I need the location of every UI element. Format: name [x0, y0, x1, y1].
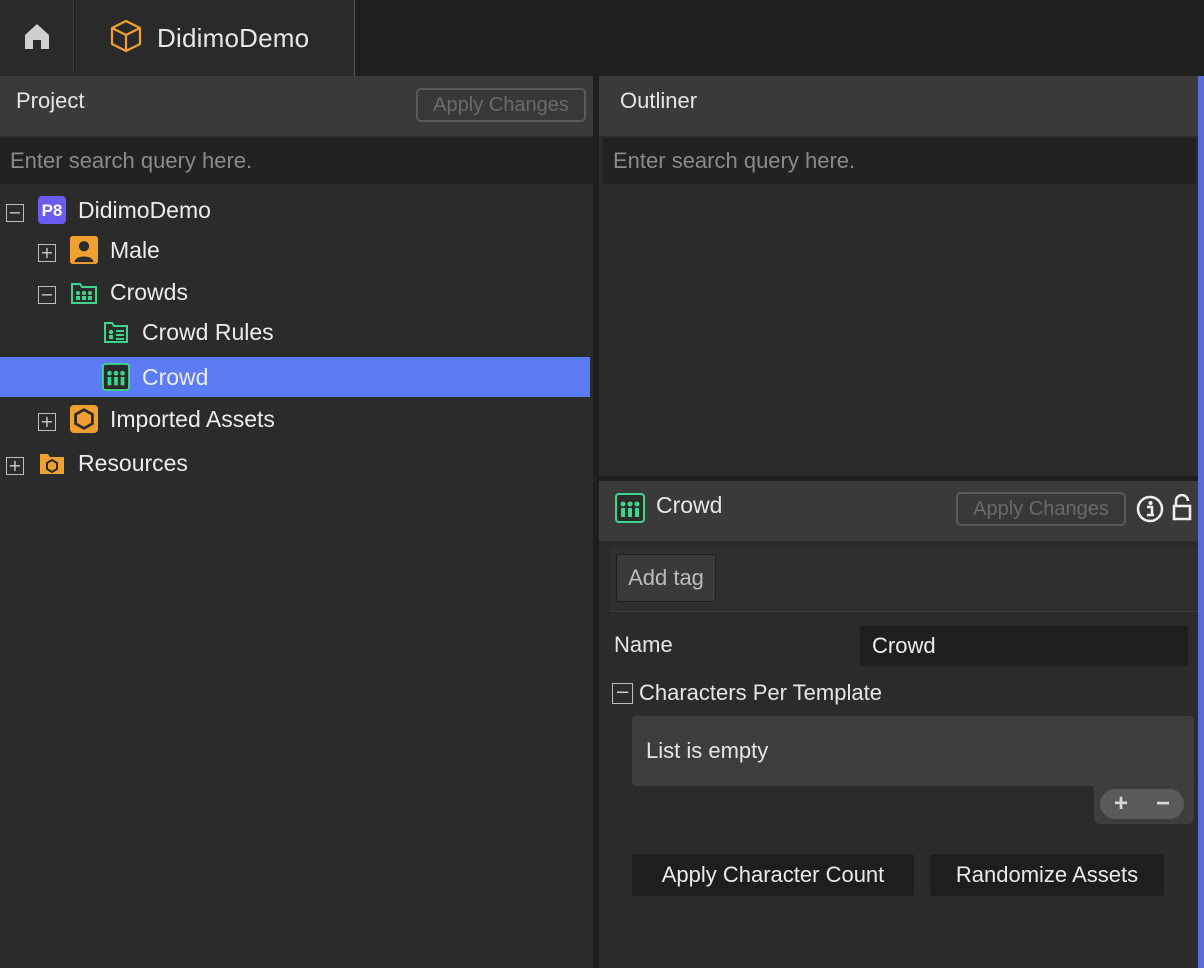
expand-icon[interactable]: + — [38, 244, 56, 262]
tree-item-label: Resources — [78, 449, 188, 476]
expand-icon[interactable]: + — [6, 457, 24, 475]
tree-item-crowds[interactable]: − Crowds — [0, 272, 590, 312]
resource-folder-icon — [38, 449, 66, 477]
tab-didimodemo[interactable]: DidimoDemo — [75, 0, 355, 76]
svg-text:P8: P8 — [42, 201, 63, 220]
outliner-panel-title: Outliner — [620, 88, 698, 113]
tree-item-male[interactable]: + Male — [0, 230, 590, 270]
home-tab[interactable] — [0, 0, 74, 76]
cube-icon — [109, 19, 143, 58]
outliner-search — [603, 138, 1196, 184]
outliner-search-input[interactable] — [613, 148, 1196, 174]
tree-item-label: Imported Assets — [110, 405, 275, 432]
tree-item-label: Male — [110, 236, 160, 263]
unlock-icon[interactable] — [1172, 493, 1192, 527]
tree-item-label: Crowd — [142, 363, 209, 390]
apply-character-count-button[interactable]: Apply Character Count — [632, 854, 914, 896]
tree-item-didimodemo[interactable]: − P8 DidimoDemo — [0, 190, 590, 230]
tree-item-label: Crowd Rules — [142, 318, 274, 345]
add-item-button[interactable]: + — [1100, 789, 1142, 819]
tree-item-crowd-rules[interactable]: Crowd Rules — [0, 312, 590, 352]
tree-item-resources[interactable]: + Resources — [0, 443, 590, 483]
crowd-icon — [615, 493, 645, 528]
tree-item-crowd[interactable]: Crowd — [0, 357, 590, 397]
person-icon — [70, 236, 98, 264]
project-search — [0, 138, 593, 184]
crowd-folder-icon — [70, 278, 98, 306]
collapse-icon[interactable]: − — [6, 204, 24, 222]
inspector-title: Crowd — [656, 492, 723, 518]
tree-item-imported-assets[interactable]: + Imported Assets — [0, 399, 590, 439]
tab-label: DidimoDemo — [157, 22, 310, 53]
inspector-apply-changes-button[interactable]: Apply Changes — [956, 492, 1126, 526]
project-panel-title: Project — [16, 88, 85, 113]
collapse-icon[interactable]: − — [38, 286, 56, 304]
tree-item-label: Crowds — [110, 278, 188, 305]
section-label: Characters Per Template — [639, 680, 882, 705]
right-edge-scrollbar[interactable] — [1198, 76, 1204, 968]
list-empty-text: List is empty — [646, 738, 769, 763]
expand-icon[interactable]: + — [38, 413, 56, 431]
remove-item-button[interactable]: − — [1142, 789, 1184, 819]
characters-per-template-header[interactable]: − Characters Per Template — [612, 680, 882, 706]
characters-list: List is empty — [632, 716, 1194, 786]
hexagon-icon — [70, 405, 98, 433]
outliner-content — [599, 186, 1198, 476]
name-label: Name — [614, 632, 673, 657]
apply-changes-button[interactable]: Apply Changes — [416, 88, 586, 122]
info-icon[interactable] — [1136, 495, 1164, 528]
tree-item-label: DidimoDemo — [78, 196, 211, 223]
crowd-rules-icon — [102, 318, 130, 346]
crowd-icon — [102, 363, 130, 391]
project-p8-icon: P8 — [38, 196, 66, 224]
randomize-assets-button[interactable]: Randomize Assets — [930, 854, 1164, 896]
add-tag-button[interactable]: Add tag — [616, 554, 716, 602]
project-search-input[interactable] — [10, 148, 593, 174]
name-field[interactable]: Crowd — [860, 626, 1188, 666]
home-icon — [22, 21, 52, 56]
collapse-icon[interactable]: − — [612, 682, 633, 704]
